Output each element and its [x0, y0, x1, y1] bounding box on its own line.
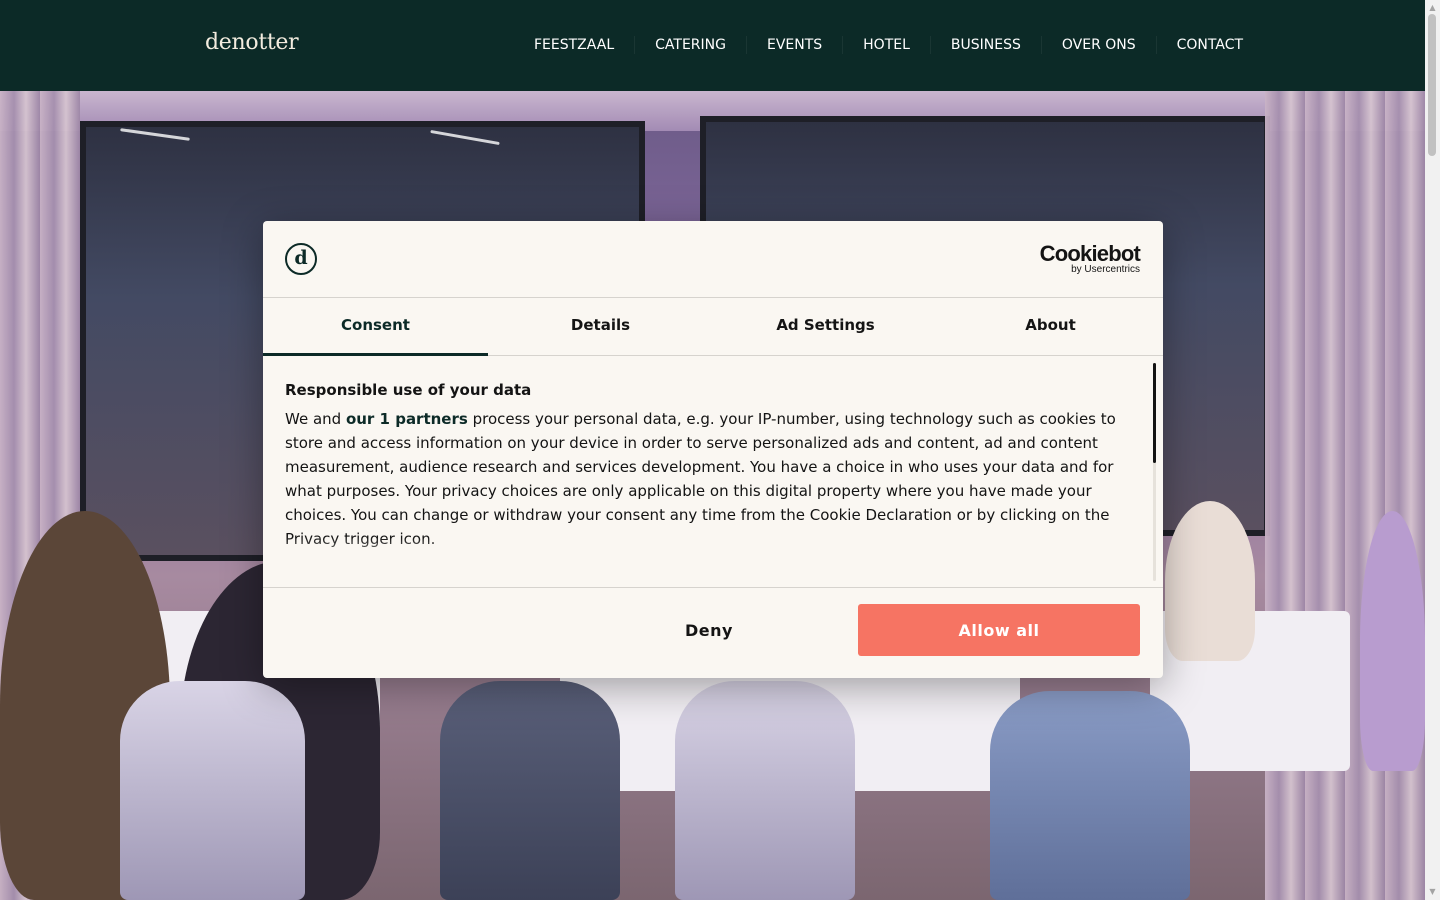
cookiebot-name: Cookiebot: [1039, 241, 1141, 266]
consent-title: Responsible use of your data: [285, 381, 532, 399]
hero-guest: [1165, 501, 1255, 661]
deny-button[interactable]: Deny: [568, 604, 850, 656]
content-fade: [263, 537, 1143, 587]
consent-content: Responsible use of your data We and our …: [263, 357, 1163, 587]
tab-details[interactable]: Details: [488, 298, 713, 355]
site-logo[interactable]: denotter: [205, 30, 299, 55]
hero-guest: [1360, 511, 1425, 771]
dialog-header: d Cookiebot by Usercentrics: [263, 221, 1163, 298]
page-scrollbar-thumb[interactable]: [1428, 14, 1436, 156]
consent-body: We and our 1 partners process your perso…: [285, 407, 1145, 551]
site-header: denotter FEESTZAAL CATERING EVENTS HOTEL…: [0, 0, 1425, 91]
nav-item-events[interactable]: EVENTS: [745, 36, 842, 54]
brand-mark-icon: d: [285, 243, 317, 275]
nav-item-over-ons[interactable]: OVER ONS: [1040, 36, 1156, 54]
consent-body-prefix: We and: [285, 410, 346, 428]
nav-item-feestzaal[interactable]: FEESTZAAL: [514, 36, 634, 54]
dialog-tabs: Consent Details Ad Settings About: [263, 298, 1163, 356]
consent-body-text: process your personal data, e.g. your IP…: [285, 410, 1116, 548]
hero-chair: [440, 681, 620, 900]
hero-chair: [675, 681, 855, 900]
allow-all-button[interactable]: Allow all: [858, 604, 1140, 656]
scroll-up-icon[interactable]: ▲: [1428, 3, 1437, 12]
nav-item-hotel[interactable]: HOTEL: [842, 36, 930, 54]
main-nav: FEESTZAAL CATERING EVENTS HOTEL BUSINESS…: [514, 36, 1263, 54]
tab-consent[interactable]: Consent: [263, 298, 488, 356]
cookie-consent-dialog: d Cookiebot by Usercentrics Consent Deta…: [263, 221, 1163, 678]
nav-item-contact[interactable]: CONTACT: [1155, 36, 1263, 54]
partners-link[interactable]: our 1 partners: [346, 410, 468, 428]
hero-chair: [120, 681, 305, 900]
dialog-footer: Deny Allow all: [263, 587, 1163, 678]
tab-about[interactable]: About: [938, 298, 1163, 355]
hero-chair: [990, 691, 1190, 900]
cookiebot-logo[interactable]: Cookiebot by Usercentrics: [1039, 241, 1141, 276]
hero-curtain-right: [1265, 91, 1425, 900]
content-scroll-thumb[interactable]: [1153, 363, 1156, 463]
nav-item-catering[interactable]: CATERING: [634, 36, 746, 54]
tab-ad-settings[interactable]: Ad Settings: [713, 298, 938, 355]
nav-item-business[interactable]: BUSINESS: [929, 36, 1041, 54]
scroll-down-icon[interactable]: ▼: [1428, 887, 1437, 896]
